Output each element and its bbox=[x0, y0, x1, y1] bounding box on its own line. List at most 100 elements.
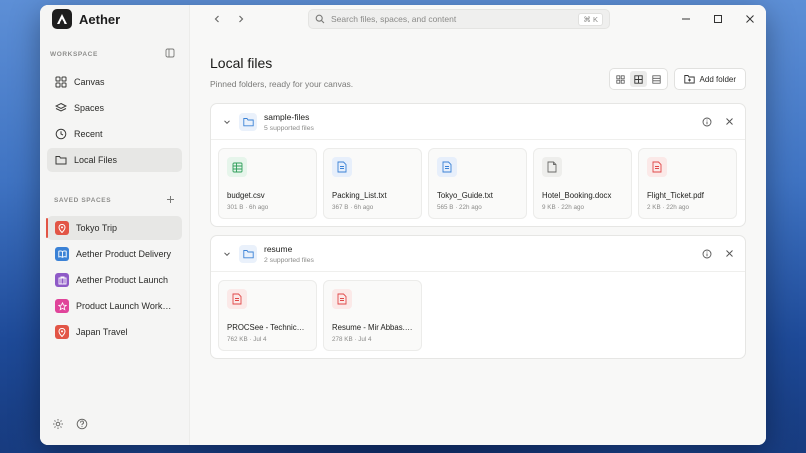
view-grid-button[interactable] bbox=[629, 71, 647, 87]
star-icon bbox=[55, 299, 69, 313]
maximize-icon bbox=[714, 15, 722, 23]
spreadsheet-icon bbox=[227, 157, 247, 177]
file-grid: PROCSee - Technical ... 762 KB · Jul 4 R… bbox=[211, 272, 745, 358]
saved-space-product-launch-workshop[interactable]: Product Launch Works... bbox=[47, 294, 182, 318]
saved-space-label: Aether Product Launch bbox=[76, 275, 169, 285]
folder-name: sample-files bbox=[264, 111, 310, 122]
folder-icon bbox=[239, 112, 257, 131]
saved-space-label: Product Launch Works... bbox=[76, 301, 174, 311]
grid-icon bbox=[633, 74, 643, 84]
saved-space-label: Tokyo Trip bbox=[76, 223, 118, 233]
pdf-icon bbox=[647, 157, 667, 177]
file-tile[interactable]: Packing_List.txt 367 B · 6h ago bbox=[323, 148, 422, 219]
map-pin-icon bbox=[55, 221, 69, 235]
add-folder-label: Add folder bbox=[699, 74, 736, 84]
saved-space-label: Aether Product Delivery bbox=[76, 249, 172, 259]
view-toggle bbox=[608, 68, 668, 90]
list-icon bbox=[651, 74, 661, 84]
sidebar-item-recent[interactable]: Recent bbox=[47, 122, 182, 146]
saved-space-japan-travel[interactable]: Japan Travel bbox=[47, 320, 182, 344]
sidebar-item-local-files[interactable]: Local Files bbox=[47, 148, 182, 172]
close-icon bbox=[725, 250, 733, 257]
folder-file-count: 2 supported files bbox=[264, 256, 314, 264]
collapse-sidebar-button[interactable] bbox=[165, 45, 175, 63]
file-tile[interactable]: PROCSee - Technical ... 762 KB · Jul 4 bbox=[218, 280, 317, 351]
settings-button[interactable] bbox=[52, 417, 64, 435]
search-icon bbox=[315, 14, 325, 24]
grid-icon bbox=[55, 76, 67, 88]
add-folder-button[interactable]: Add folder bbox=[673, 68, 746, 90]
close-window-button[interactable] bbox=[734, 5, 766, 33]
folder-header: resume 2 supported files bbox=[211, 236, 745, 272]
workspace-label: WORKSPACE bbox=[50, 50, 98, 58]
sidebar-item-canvas[interactable]: Canvas bbox=[47, 70, 182, 94]
info-icon bbox=[702, 117, 712, 126]
search-placeholder: Search files, spaces, and content bbox=[331, 14, 457, 24]
chevron-left-icon bbox=[214, 15, 219, 23]
file-meta: 9 KB · 22h ago bbox=[542, 204, 585, 211]
sidebar: WORKSPACE Canvas Spaces Recent Local Fil… bbox=[40, 33, 190, 445]
folder-card-resume: resume 2 supported files PROCSee - Techn… bbox=[210, 235, 746, 359]
folder-icon bbox=[239, 244, 257, 263]
pdf-icon bbox=[227, 289, 247, 309]
text-file-icon bbox=[332, 157, 352, 177]
chevron-right-icon bbox=[239, 15, 244, 23]
view-list-button[interactable] bbox=[648, 71, 665, 87]
maximize-button[interactable] bbox=[702, 5, 734, 33]
file-tile[interactable]: Flight_Ticket.pdf 2 KB · 22h ago bbox=[638, 148, 737, 219]
file-name: Hotel_Booking.docx bbox=[542, 191, 612, 200]
folder-header: sample-files 5 supported files bbox=[211, 104, 745, 140]
folder-file-count: 5 supported files bbox=[264, 124, 314, 132]
chevron-down-icon bbox=[224, 251, 230, 256]
minimize-button[interactable] bbox=[670, 5, 702, 33]
file-tile[interactable]: Resume - Mir Abbas.pdf 278 KB · Jul 4 bbox=[323, 280, 422, 351]
file-name: Resume - Mir Abbas.pdf bbox=[332, 323, 413, 332]
forward-button[interactable] bbox=[234, 12, 248, 26]
map-pin-icon bbox=[55, 325, 69, 339]
help-button[interactable] bbox=[76, 417, 88, 435]
title-bar: Aether Search files, spaces, and content… bbox=[40, 5, 766, 33]
app-window: Aether Search files, spaces, and content… bbox=[40, 5, 766, 445]
document-icon bbox=[542, 157, 562, 177]
file-meta: 301 B · 6h ago bbox=[227, 204, 269, 211]
saved-space-aether-product-delivery[interactable]: Aether Product Delivery bbox=[47, 242, 182, 266]
remove-folder-button[interactable] bbox=[723, 248, 735, 260]
close-icon bbox=[725, 118, 733, 125]
sidebar-item-label: Recent bbox=[74, 129, 103, 139]
file-name: Packing_List.txt bbox=[332, 191, 387, 200]
saved-space-aether-product-launch[interactable]: Aether Product Launch bbox=[47, 268, 182, 292]
view-compact-button[interactable] bbox=[612, 71, 629, 87]
back-button[interactable] bbox=[210, 12, 224, 26]
sidebar-item-label: Canvas bbox=[74, 77, 105, 87]
saved-space-tokyo-trip[interactable]: Tokyo Trip bbox=[46, 216, 182, 240]
file-meta: 2 KB · 22h ago bbox=[647, 204, 690, 211]
file-tile[interactable]: Hotel_Booking.docx 9 KB · 22h ago bbox=[533, 148, 632, 219]
layers-icon bbox=[55, 102, 67, 112]
file-tile[interactable]: budget.csv 301 B · 6h ago bbox=[218, 148, 317, 219]
file-meta: 278 KB · Jul 4 bbox=[332, 336, 372, 343]
building-icon bbox=[55, 273, 69, 287]
search-input[interactable]: Search files, spaces, and content ⌘ K bbox=[308, 9, 610, 29]
file-meta: 565 B · 22h ago bbox=[437, 204, 482, 211]
remove-folder-button[interactable] bbox=[723, 116, 735, 128]
app-name: Aether bbox=[79, 11, 121, 27]
info-icon bbox=[702, 249, 712, 258]
clock-icon bbox=[55, 128, 67, 140]
folder-plus-icon bbox=[683, 75, 695, 84]
collapse-folder-button[interactable] bbox=[221, 116, 233, 128]
aether-logo-icon bbox=[52, 9, 72, 29]
text-file-icon bbox=[437, 157, 457, 177]
add-space-button[interactable] bbox=[166, 191, 175, 209]
minimize-icon bbox=[682, 18, 690, 20]
sidebar-item-label: Spaces bbox=[74, 103, 105, 113]
file-tile[interactable]: Tokyo_Guide.txt 565 B · 22h ago bbox=[428, 148, 527, 219]
chevron-down-icon bbox=[224, 119, 230, 124]
folder-info-button[interactable] bbox=[701, 116, 713, 128]
book-icon bbox=[55, 247, 69, 261]
close-icon bbox=[746, 15, 754, 23]
folder-info-button[interactable] bbox=[701, 248, 713, 260]
sidebar-item-spaces[interactable]: Spaces bbox=[47, 96, 182, 120]
collapse-folder-button[interactable] bbox=[221, 248, 233, 260]
folder-icon bbox=[55, 156, 67, 165]
file-meta: 367 B · 6h ago bbox=[332, 204, 374, 211]
